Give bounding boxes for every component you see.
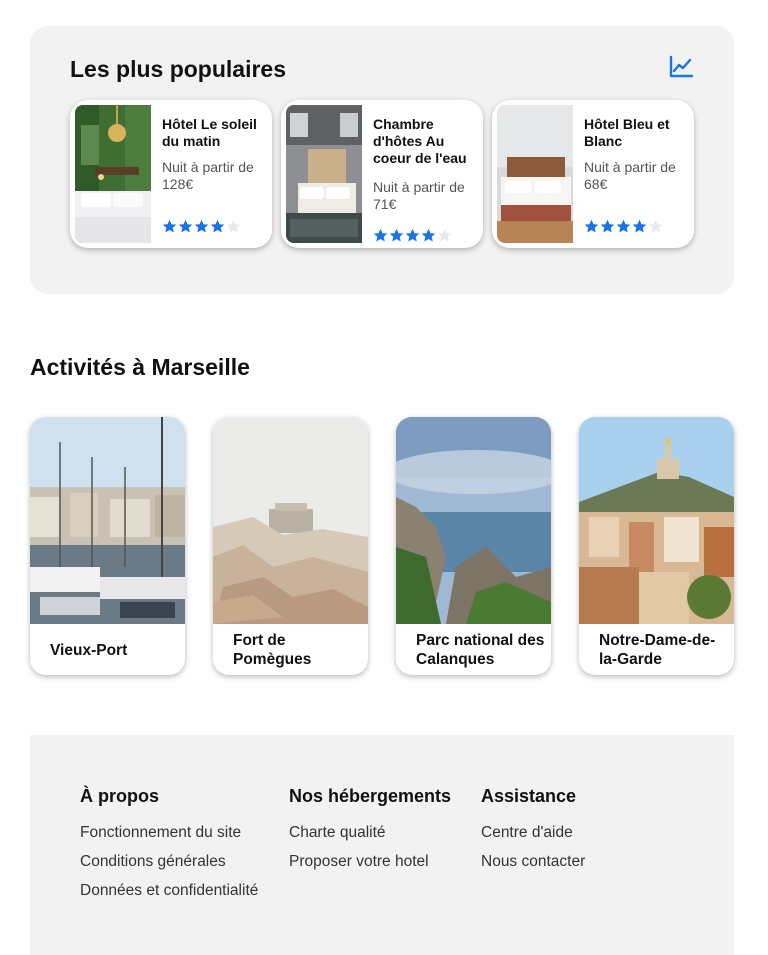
activity-photo [30, 417, 185, 624]
hotel-price: Nuit à partir de 128€ [162, 159, 254, 192]
hotel-card[interactable]: Hôtel Le soleil du matin Nuit à partir d… [70, 100, 272, 248]
star-filled-icon [389, 228, 404, 242]
footer-link[interactable]: Fonctionnement du site [80, 823, 258, 842]
hotel-photo [286, 105, 362, 243]
footer-link[interactable]: Données et confidentialité [80, 881, 258, 900]
hotel-photo [75, 105, 151, 243]
footer-link[interactable]: Proposer votre hotel [289, 852, 451, 871]
star-rating [373, 228, 452, 243]
star-empty-icon [648, 219, 663, 233]
star-filled-icon [405, 228, 420, 242]
activity-card[interactable]: Parc national des Calanques [396, 417, 551, 675]
activity-label: Notre-Dame-de-la-Garde [599, 632, 716, 668]
hotel-name: Hôtel Le soleil du matin [162, 116, 257, 149]
star-filled-icon [584, 219, 599, 233]
hotel-price: Nuit à partir de 68€ [584, 159, 676, 192]
trend-chart-icon[interactable] [668, 55, 694, 79]
star-filled-icon [373, 228, 388, 242]
star-filled-icon [600, 219, 615, 233]
star-filled-icon [421, 228, 436, 242]
site-footer: À propos Fonctionnement du site Conditio… [30, 735, 734, 955]
footer-link[interactable]: Conditions générales [80, 852, 258, 871]
footer-heading: Assistance [481, 786, 577, 806]
hotel-card[interactable]: Hôtel Bleu et Blanc Nuit à partir de 68€ [492, 100, 694, 248]
hotel-name: Hôtel Bleu et Blanc [584, 116, 670, 149]
footer-link[interactable]: Charte qualité [289, 823, 451, 842]
star-filled-icon [632, 219, 647, 233]
star-empty-icon [226, 219, 241, 233]
activity-label: Parc national des Calanques [416, 632, 545, 668]
activity-photo [213, 417, 368, 624]
activity-card[interactable]: Notre-Dame-de-la-Garde [579, 417, 734, 675]
star-filled-icon [616, 219, 631, 233]
star-filled-icon [178, 219, 193, 233]
footer-heading: À propos [80, 786, 159, 806]
star-rating [162, 219, 241, 234]
hotel-name: Chambre d'hôtes Au coeur de l'eau [373, 116, 467, 166]
footer-column-about: À propos Fonctionnement du site Conditio… [80, 786, 258, 910]
activity-card[interactable]: Vieux-Port [30, 417, 185, 675]
popular-title: Les plus populaires [70, 56, 286, 82]
footer-heading: Nos hébergements [289, 786, 452, 806]
popular-section: Les plus populaires Hôtel Le soleil du m… [30, 26, 734, 294]
footer-column-support: Assistance Centre d'aide Nous contacter [481, 786, 585, 881]
star-empty-icon [437, 228, 452, 242]
star-filled-icon [162, 219, 177, 233]
hotel-card[interactable]: Chambre d'hôtes Au coeur de l'eau Nuit à… [281, 100, 483, 248]
hotel-price: Nuit à partir de 71€ [373, 179, 465, 212]
activities-title: Activités à Marseille [30, 354, 250, 380]
activity-label: Vieux-Port [50, 642, 128, 659]
star-filled-icon [194, 219, 209, 233]
activity-photo [396, 417, 551, 624]
footer-link[interactable]: Centre d'aide [481, 823, 585, 842]
star-filled-icon [210, 219, 225, 233]
footer-link[interactable]: Nous contacter [481, 852, 585, 871]
activity-label: Fort de Pomègues [233, 632, 312, 668]
activity-photo [579, 417, 734, 624]
star-rating [584, 219, 663, 234]
activity-card[interactable]: Fort de Pomègues [213, 417, 368, 675]
hotel-photo [497, 105, 573, 243]
footer-column-lodging: Nos hébergements Charte qualité Proposer… [289, 786, 451, 881]
